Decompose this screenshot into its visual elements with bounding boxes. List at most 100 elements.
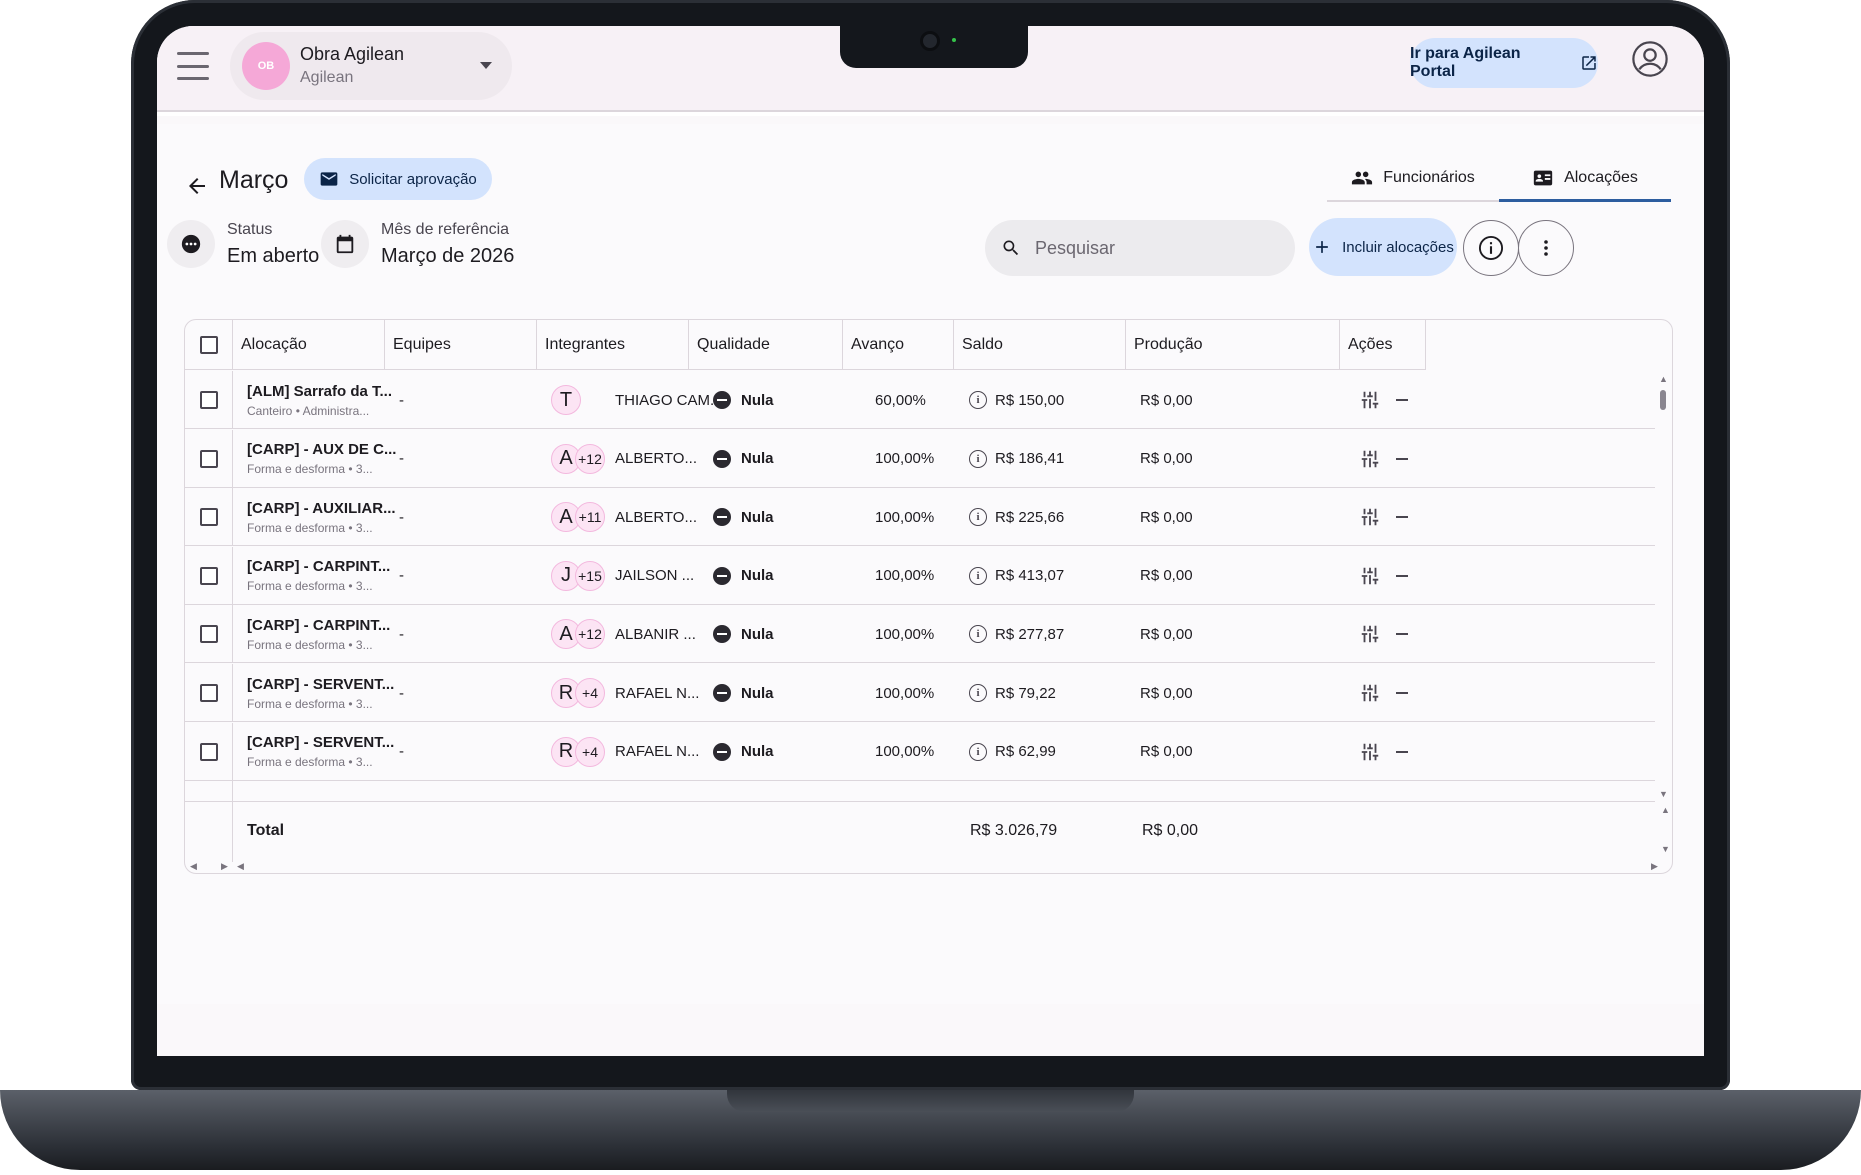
- team-value: -: [399, 391, 404, 409]
- remove-row-icon[interactable]: [1396, 516, 1408, 519]
- members-cell[interactable]: R +4 RAFAEL N...: [551, 723, 699, 781]
- tab-funcionarios[interactable]: Funcionários: [1327, 156, 1499, 200]
- remove-row-icon[interactable]: [1396, 457, 1408, 460]
- row-checkbox[interactable]: [199, 684, 218, 702]
- info-icon[interactable]: i: [969, 391, 987, 409]
- remove-row-icon[interactable]: [1396, 574, 1408, 577]
- tune-icon[interactable]: [1359, 565, 1381, 587]
- member-name: RAFAEL N...: [615, 743, 700, 761]
- agilean-portal-button[interactable]: Ir para Agilean Portal: [1410, 38, 1598, 88]
- table-row[interactable]: [ALM] Sarrafo da T... Canteiro • Adminis…: [185, 371, 1655, 429]
- table-row[interactable]: [CARP] - CARPINT... Forma e desforma • 3…: [185, 605, 1655, 664]
- members-cell[interactable]: R +4 RAFAEL N...: [551, 664, 699, 722]
- remove-row-icon[interactable]: [1396, 750, 1408, 753]
- scroll-left-icon[interactable]: ◀: [237, 861, 244, 872]
- table-total-row: Total R$ 3.026,79 R$ 0,00: [185, 801, 1655, 862]
- balance-cell[interactable]: i R$ 277,87: [969, 605, 1064, 663]
- col-qualidade[interactable]: Qualidade: [689, 320, 843, 370]
- scroll-right-icon[interactable]: ▶: [221, 861, 228, 872]
- table-row[interactable]: [CARP] - SERVENT... Forma e desforma • 3…: [185, 664, 1655, 722]
- info-icon[interactable]: i: [969, 508, 987, 527]
- select-all-checkbox[interactable]: [199, 336, 218, 354]
- scroll-thumb[interactable]: [1660, 390, 1666, 410]
- row-checkbox[interactable]: [199, 391, 218, 409]
- tune-icon[interactable]: [1359, 448, 1381, 470]
- actions-cell: [1359, 488, 1381, 546]
- tune-icon[interactable]: [1359, 741, 1381, 763]
- more-options-button[interactable]: [1518, 220, 1574, 276]
- vertical-scrollbar[interactable]: ▲ ▼: [1658, 374, 1668, 799]
- account-circle-icon[interactable]: [1631, 40, 1669, 78]
- balance-cell[interactable]: i R$ 186,41: [969, 430, 1064, 488]
- members-cell[interactable]: [551, 781, 615, 801]
- tune-icon[interactable]: [1359, 389, 1381, 411]
- members-cell[interactable]: A +12 ALBERTO...: [551, 430, 697, 488]
- balance-cell[interactable]: i: [969, 781, 995, 801]
- project-name: Obra Agilean: [300, 44, 405, 64]
- info-icon[interactable]: i: [969, 684, 987, 702]
- info-icon[interactable]: i: [969, 449, 987, 468]
- col-alocacao[interactable]: Alocação: [233, 320, 385, 370]
- info-icon[interactable]: i: [969, 566, 987, 585]
- scroll-left-icon[interactable]: ◀: [190, 861, 197, 872]
- progress-value: 100,00%: [875, 684, 935, 702]
- allocation-subtitle: Forma e desforma • 3...: [247, 696, 373, 711]
- scroll-down-icon[interactable]: ▼: [1659, 789, 1668, 799]
- scroll-up-icon[interactable]: ▲: [1659, 374, 1668, 384]
- tune-icon[interactable]: [1359, 623, 1381, 645]
- allocation-subtitle: Forma e desforma • 3...: [247, 520, 373, 535]
- remove-row-icon[interactable]: [1396, 399, 1408, 401]
- table-row[interactable]: [CPE] - ALVENARI... i: [185, 781, 1655, 801]
- members-cell[interactable]: A +12 ALBANIR ...: [551, 605, 696, 663]
- info-button[interactable]: [1463, 220, 1519, 276]
- menu-icon[interactable]: [177, 52, 209, 80]
- row-checkbox[interactable]: [199, 449, 218, 468]
- row-checkbox[interactable]: [199, 742, 218, 761]
- actions-cell: [1359, 723, 1381, 781]
- tab-alocacoes[interactable]: Alocações: [1499, 156, 1671, 202]
- table-row[interactable]: [CARP] - AUXILIAR... Forma e desforma • …: [185, 488, 1655, 547]
- scroll-up-icon[interactable]: ▲: [1661, 805, 1670, 815]
- back-arrow-icon[interactable]: [185, 174, 209, 198]
- col-avanco[interactable]: Avanço: [843, 320, 954, 370]
- search-input[interactable]: [1035, 237, 1275, 259]
- tune-icon[interactable]: [1359, 506, 1381, 528]
- info-icon[interactable]: i: [969, 625, 987, 644]
- members-cell[interactable]: T THIAGO CAM...: [551, 371, 723, 429]
- table-row[interactable]: [CARP] - AUX DE C... Forma e desforma • …: [185, 429, 1655, 488]
- col-producao[interactable]: Produção: [1126, 320, 1340, 370]
- balance-cell[interactable]: i R$ 225,66: [969, 488, 1064, 546]
- scroll-right-icon[interactable]: ▶: [1651, 861, 1658, 872]
- add-allocations-button[interactable]: Incluir alocações: [1309, 218, 1457, 276]
- total-balance: R$ 3.026,79: [970, 822, 1058, 839]
- table-row[interactable]: [CARP] - CARPINT... Forma e desforma • 3…: [185, 546, 1655, 605]
- col-integrantes[interactable]: Integrantes: [537, 320, 689, 370]
- row-checkbox[interactable]: [199, 625, 218, 644]
- quality-cell: Nula: [713, 664, 774, 722]
- balance-value: R$ 413,07: [995, 567, 1065, 585]
- remove-row-icon[interactable]: [1396, 633, 1408, 636]
- table-row[interactable]: [CARP] - SERVENT... Forma e desforma • 3…: [185, 722, 1655, 781]
- members-cell[interactable]: A +11 ALBERTO...: [551, 488, 697, 546]
- content-area: Março Solicitar aprovação Funcionários A…: [157, 116, 1704, 1056]
- col-equipes[interactable]: Equipes: [385, 320, 537, 370]
- team-value: -: [399, 625, 404, 643]
- balance-cell[interactable]: i R$ 150,00: [969, 371, 1064, 429]
- row-checkbox[interactable]: [199, 508, 218, 527]
- remove-row-icon[interactable]: [1396, 692, 1408, 694]
- more-members-badge: +12: [575, 619, 605, 650]
- tune-icon[interactable]: [1359, 682, 1381, 704]
- balance-cell[interactable]: i R$ 79,22: [969, 664, 1056, 722]
- balance-cell[interactable]: i R$ 62,99: [969, 723, 1056, 781]
- calendar-icon: [336, 234, 354, 254]
- progress-value: 60,00%: [875, 391, 926, 409]
- actions-cell: [1359, 547, 1381, 605]
- balance-cell[interactable]: i R$ 413,07: [969, 547, 1064, 605]
- info-icon[interactable]: i: [969, 742, 987, 761]
- col-saldo[interactable]: Saldo: [954, 320, 1126, 370]
- row-checkbox[interactable]: [199, 566, 218, 585]
- project-selector[interactable]: OB Obra Agilean Agilean: [230, 32, 512, 100]
- request-approval-button[interactable]: Solicitar aprovação: [304, 158, 492, 200]
- members-cell[interactable]: J +15 JAILSON ...: [551, 547, 694, 605]
- scroll-down-icon[interactable]: ▼: [1661, 844, 1670, 854]
